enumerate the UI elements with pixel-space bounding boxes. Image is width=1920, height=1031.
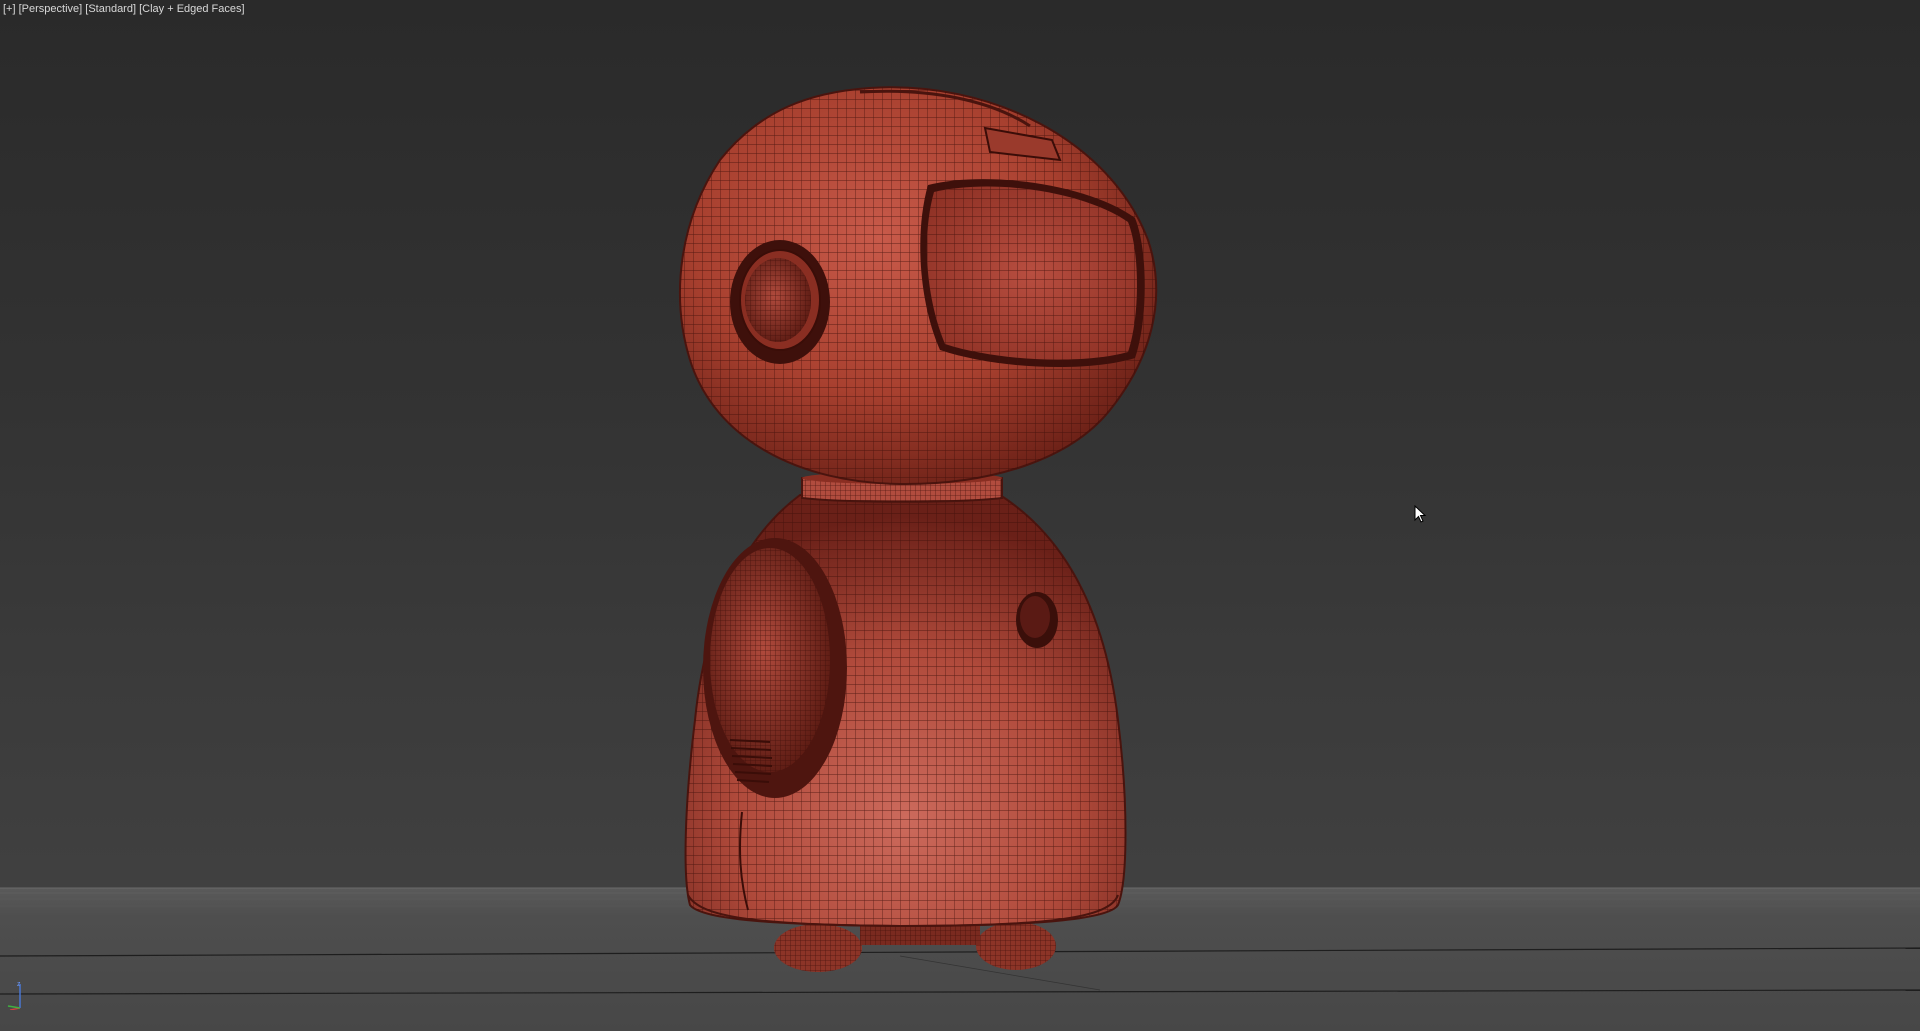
scene-render	[0, 86, 1920, 1031]
axis-gizmo: z	[7, 981, 21, 1010]
body-speaker-panel	[703, 538, 847, 798]
robot-ear	[730, 240, 830, 364]
perspective-viewport[interactable]: [+] [Perspective] [Standard] [Clay + Edg…	[0, 0, 1920, 1031]
robot-face-screen	[920, 179, 1145, 368]
axis-z-label: z	[17, 981, 21, 988]
mouse-cursor-icon	[1414, 505, 1427, 523]
